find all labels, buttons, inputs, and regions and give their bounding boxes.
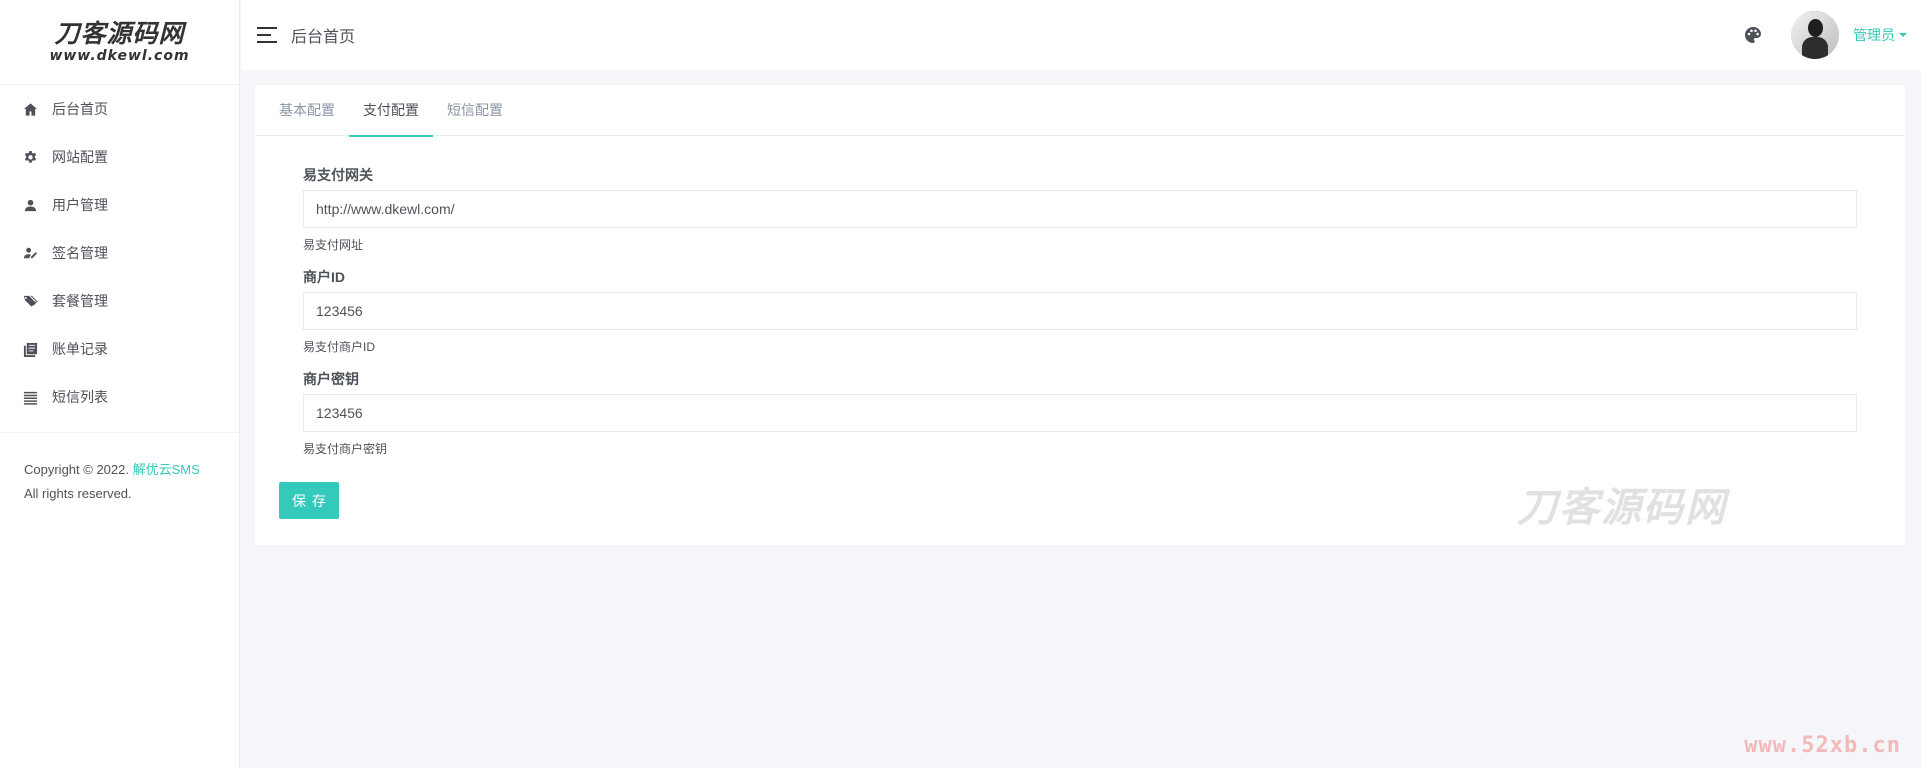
logo[interactable]: 刀客源码网 www.dkewl.com — [0, 0, 239, 85]
header-right: 管理员 — [1743, 0, 1907, 70]
sidebar-item-label: 短信列表 — [52, 389, 108, 405]
merchant-id-label: 商户ID — [303, 269, 345, 285]
merchant-id-input[interactable]: 123456 — [303, 292, 1857, 330]
sidebar-item-signatures[interactable]: 签名管理 — [0, 229, 239, 277]
list-icon — [22, 389, 38, 405]
payment-form: 易支付网关 http://www.dkewl.com/ 易支付网址 商户ID 1… — [255, 136, 1905, 458]
chevron-down-icon — [1899, 33, 1907, 37]
menu-toggle-icon[interactable] — [257, 27, 279, 43]
user-name: 管理员 — [1853, 27, 1895, 43]
corner-watermark: www.52xb.cn — [1744, 733, 1901, 758]
sidebar-item-users[interactable]: 用户管理 — [0, 181, 239, 229]
sidebar-item-billing[interactable]: 账单记录 — [0, 325, 239, 373]
user-icon — [22, 197, 38, 213]
save-button[interactable]: 保存 — [279, 482, 339, 519]
merchant-key-input[interactable]: 123456 — [303, 394, 1857, 432]
sidebar: 刀客源码网 www.dkewl.com 后台首页 网站配置 用户管理 签名管理 … — [0, 0, 240, 768]
page-title: 后台首页 — [291, 29, 356, 46]
gateway-help: 易支付网址 — [303, 238, 364, 252]
copyright: Copyright © 2022. 解优云SMS All rights rese… — [0, 433, 239, 506]
sidebar-item-sms-list[interactable]: 短信列表 — [0, 373, 239, 421]
logo-subtitle: www.dkewl.com — [49, 48, 190, 64]
palette-icon[interactable] — [1743, 25, 1763, 45]
sidebar-item-site-config[interactable]: 网站配置 — [0, 133, 239, 181]
signature-icon — [22, 245, 38, 261]
tags-icon — [22, 293, 38, 309]
home-icon — [22, 101, 38, 117]
tab-bar: 基本配置 支付配置 短信配置 — [255, 85, 1905, 137]
tab-sms-config[interactable]: 短信配置 — [433, 85, 517, 136]
sidebar-item-label: 用户管理 — [52, 197, 108, 213]
sidebar-item-label: 签名管理 — [52, 245, 108, 261]
settings-card: 基本配置 支付配置 短信配置 易支付网关 http://www.dkewl.co… — [255, 85, 1905, 545]
merchant-id-help: 易支付商户ID — [303, 340, 376, 354]
watermark-text: 刀客源码网 — [1517, 485, 1727, 531]
copyright-prefix: Copyright © 2022. — [24, 462, 129, 477]
avatar[interactable] — [1791, 11, 1839, 59]
sidebar-nav: 后台首页 网站配置 用户管理 签名管理 套餐管理 账单记录 短信列表 — [0, 85, 239, 421]
gear-icon — [22, 149, 38, 165]
sidebar-item-label: 套餐管理 — [52, 293, 108, 309]
copyright-brand-link[interactable]: 解优云SMS — [133, 462, 200, 477]
copyright-suffix: All rights reserved. — [24, 486, 132, 501]
merchant-key-label: 商户密钥 — [303, 371, 359, 387]
book-icon — [22, 341, 38, 357]
gateway-input[interactable]: http://www.dkewl.com/ — [303, 190, 1857, 228]
sidebar-item-label: 网站配置 — [52, 149, 108, 165]
sidebar-item-label: 后台首页 — [52, 101, 108, 117]
gateway-label: 易支付网关 — [303, 167, 373, 183]
user-menu-dropdown[interactable]: 管理员 — [1853, 25, 1907, 45]
top-header: 后台首页 管理员 — [241, 0, 1921, 70]
sidebar-item-home[interactable]: 后台首页 — [0, 85, 239, 133]
logo-title: 刀客源码网 — [54, 19, 185, 48]
merchant-key-help: 易支付商户密钥 — [303, 442, 388, 456]
tab-basic-config[interactable]: 基本配置 — [265, 85, 349, 136]
sidebar-item-packages[interactable]: 套餐管理 — [0, 277, 239, 325]
tab-payment-config[interactable]: 支付配置 — [349, 85, 433, 137]
sidebar-item-label: 账单记录 — [52, 341, 108, 357]
